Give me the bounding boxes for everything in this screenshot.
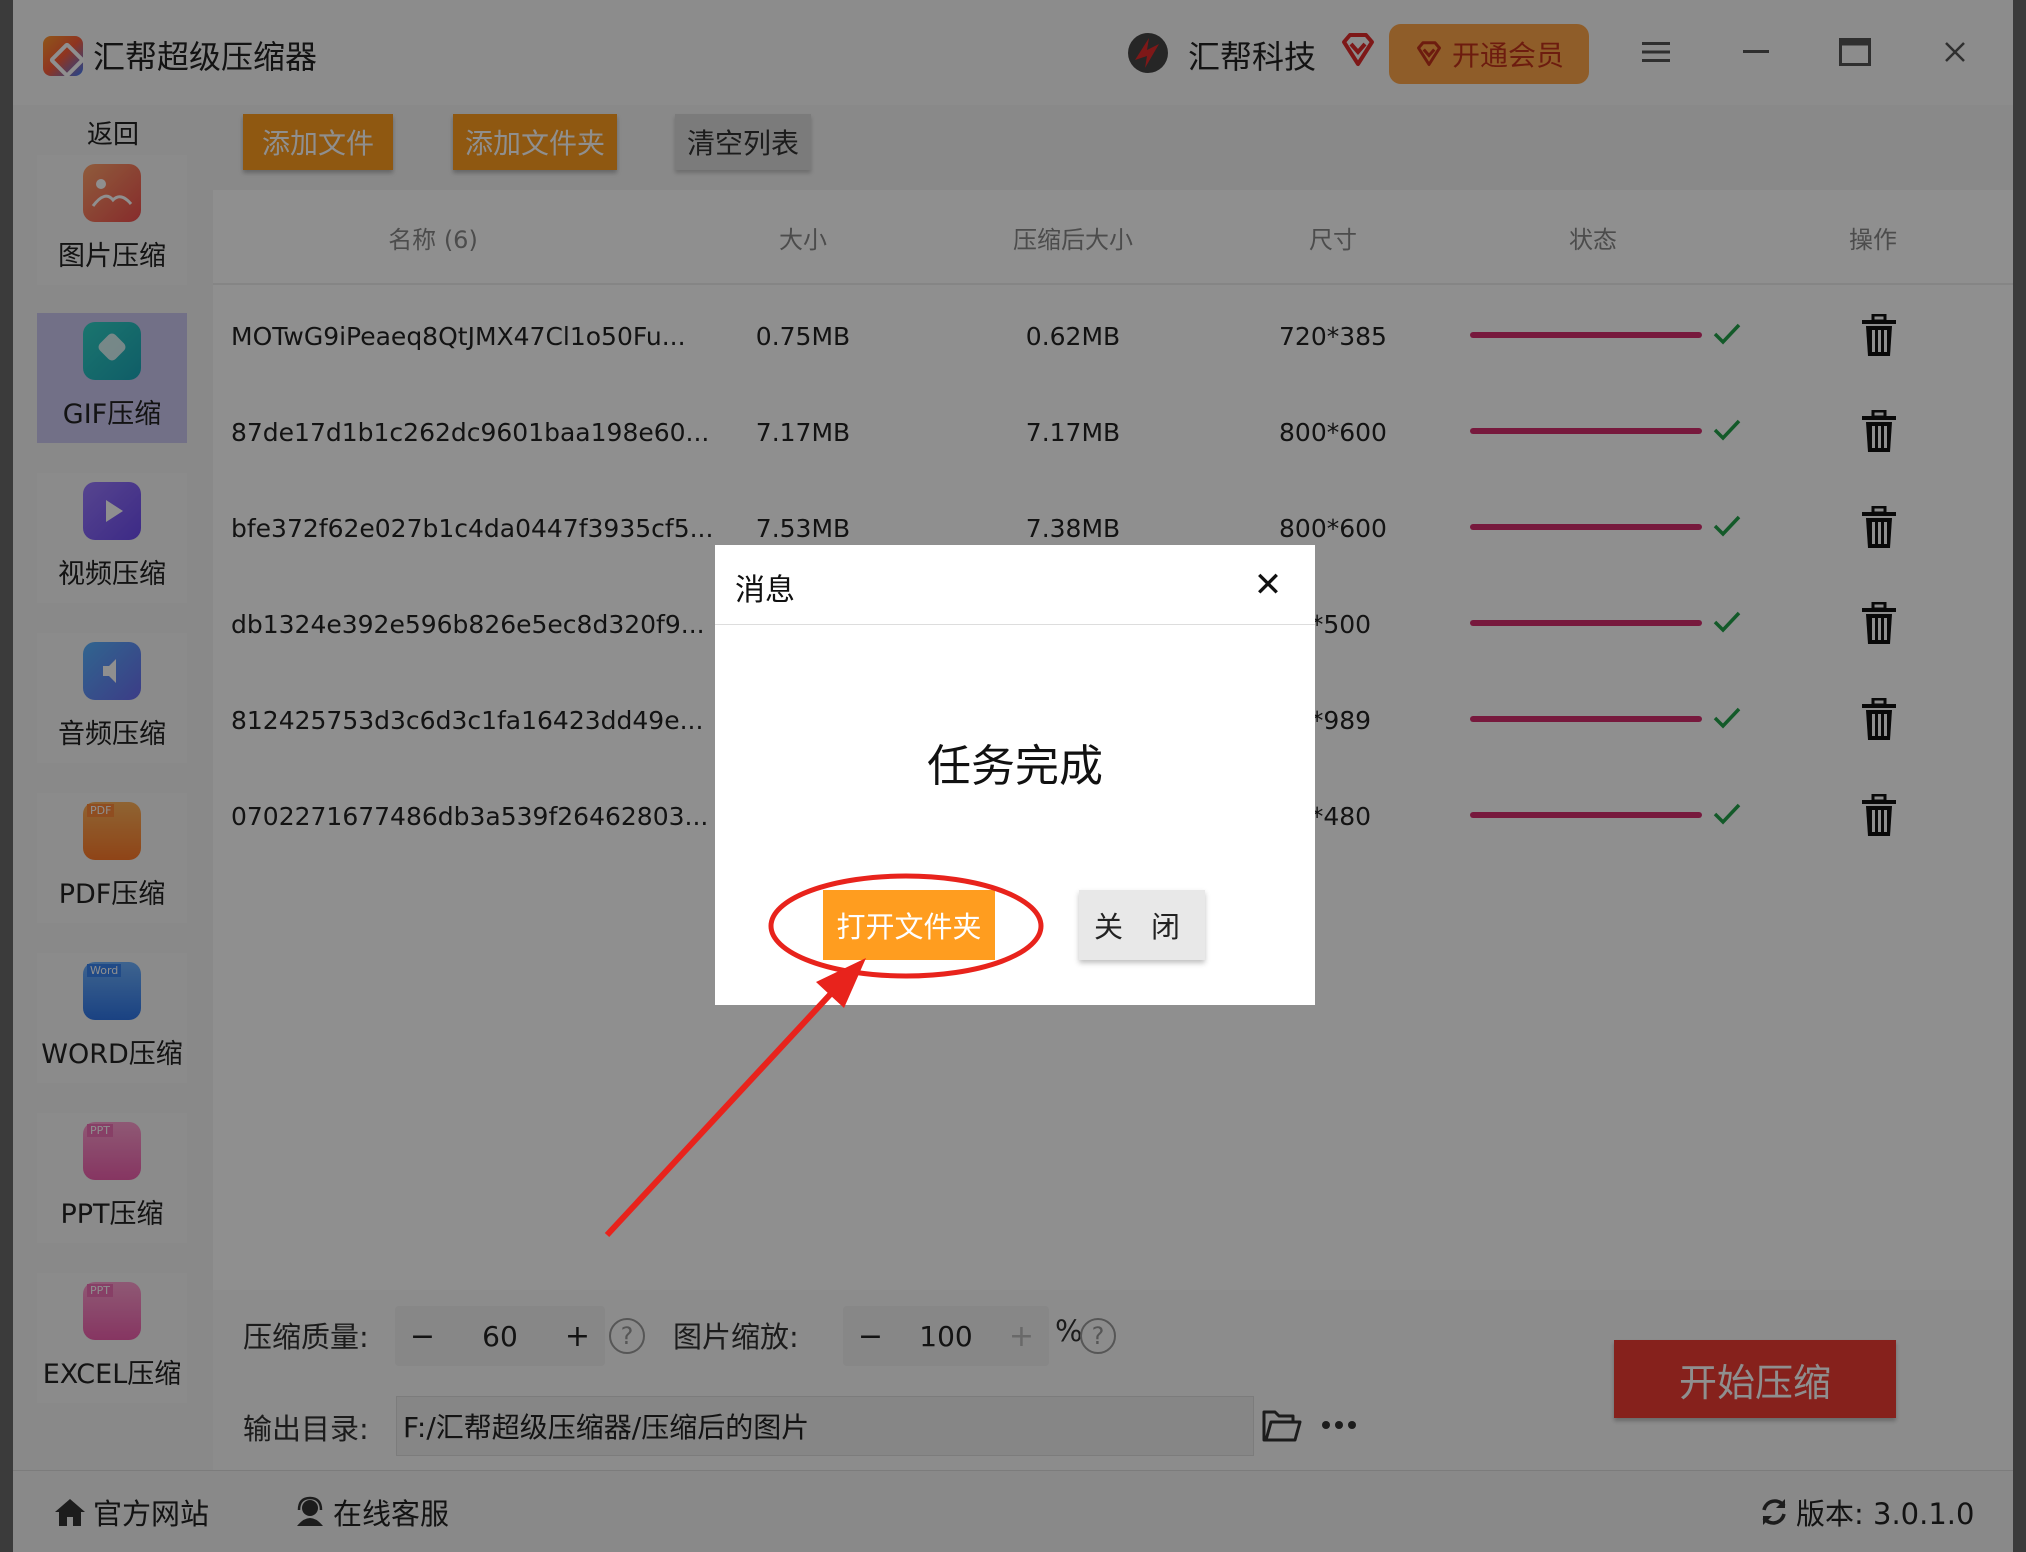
- dialog-message: 任务完成: [927, 741, 1103, 792]
- dialog-close-icon[interactable]: ✕: [1250, 567, 1286, 603]
- open-folder-button[interactable]: 打开文件夹: [823, 890, 995, 960]
- dialog-header: 消息 ✕: [715, 545, 1315, 625]
- dialog-title: 消息: [735, 573, 795, 608]
- message-dialog: 消息 ✕ 任务完成 打开文件夹 关 闭: [715, 545, 1315, 1005]
- dialog-close-button[interactable]: 关 闭: [1079, 890, 1205, 960]
